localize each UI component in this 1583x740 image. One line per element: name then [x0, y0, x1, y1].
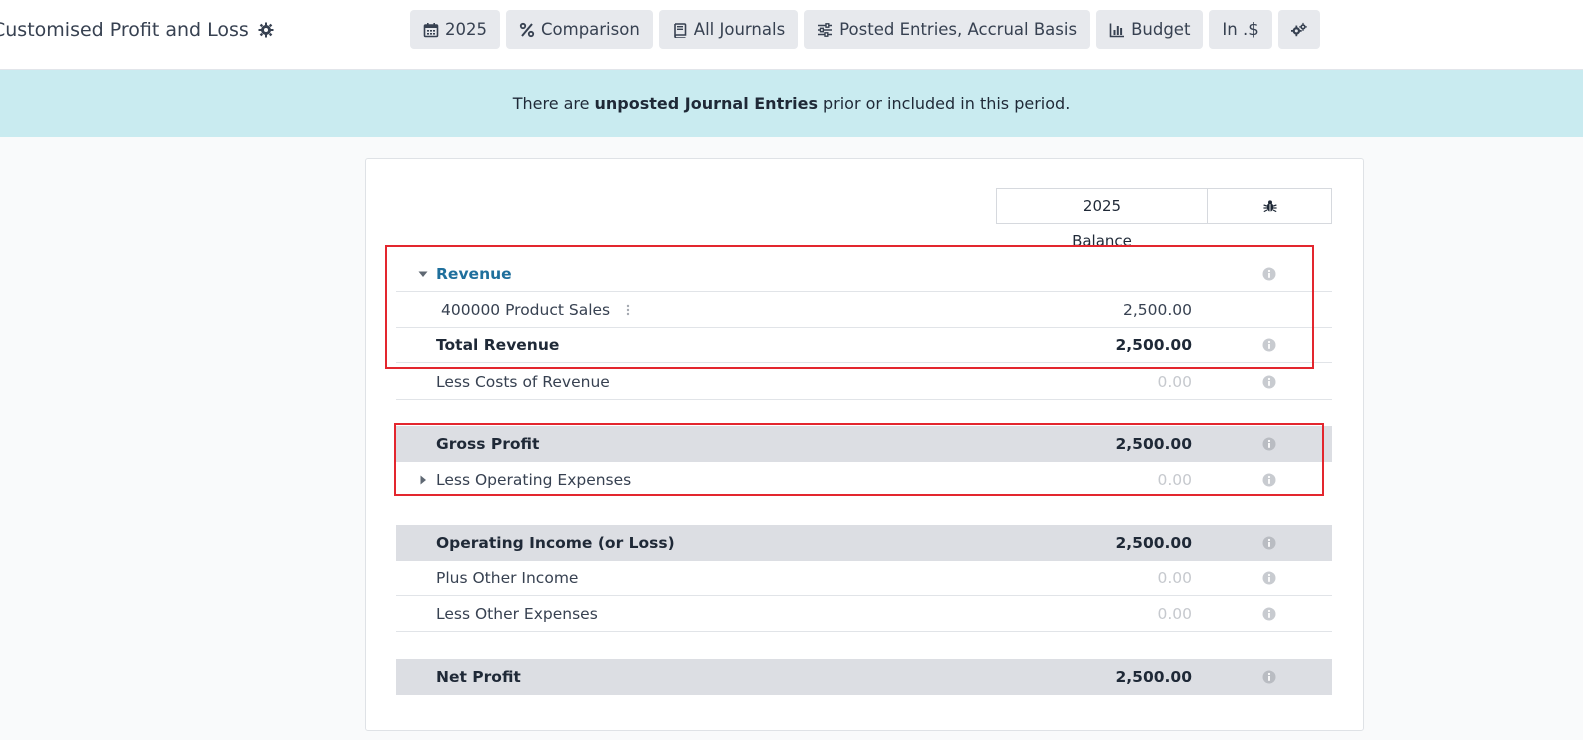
percent-icon — [519, 22, 535, 37]
report-line-other-expenses[interactable]: Less Other Expenses 0.00 — [396, 596, 1332, 632]
info-icon[interactable] — [1262, 670, 1276, 684]
report-line-label[interactable]: 400000 Product Sales — [441, 301, 610, 319]
report-line-revenue[interactable]: Revenue — [396, 256, 1332, 292]
gears-icon — [1290, 22, 1307, 36]
report-line-operating-income: Operating Income (or Loss) 2,500.00 — [396, 525, 1332, 561]
calendar-icon — [423, 22, 439, 37]
report-toolbar: 2025 Comparison All Journals Posted Entr… — [410, 10, 1320, 50]
report-line-label[interactable]: Revenue — [436, 265, 512, 283]
comparison-button[interactable]: Comparison — [506, 10, 653, 49]
info-icon[interactable] — [1262, 473, 1276, 487]
caret-right-icon[interactable] — [418, 475, 428, 485]
bar-chart-icon — [1109, 23, 1125, 37]
report-line-value: 2,500.00 — [1115, 534, 1193, 552]
report-line-label-wrap: 400000 Product Sales — [441, 301, 631, 319]
comparison-label: Comparison — [541, 20, 640, 39]
report-line-account[interactable]: 400000 Product Sales 2,500.00 — [396, 292, 1332, 328]
report-title-text: Customised Profit and Loss — [0, 19, 249, 41]
period-filter-button[interactable]: 2025 — [410, 10, 500, 49]
sliders-icon — [818, 22, 833, 37]
report-line-label[interactable]: Less Other Expenses — [436, 605, 598, 623]
column-subheader-balance: Balance — [1072, 232, 1132, 250]
report-line-net-profit: Net Profit 2,500.00 — [396, 659, 1332, 695]
vertical-dots-icon[interactable] — [625, 303, 631, 317]
info-icon[interactable] — [1262, 338, 1276, 352]
period-filter-label: 2025 — [445, 20, 487, 39]
report-line-label: Net Profit — [436, 668, 521, 686]
report-line-other-income[interactable]: Plus Other Income 0.00 — [396, 560, 1332, 596]
journals-button[interactable]: All Journals — [658, 10, 799, 49]
info-icon[interactable] — [1262, 571, 1276, 585]
report-line-value[interactable]: 2,500.00 — [1123, 301, 1192, 319]
gear-icon[interactable] — [258, 22, 274, 38]
report-title: Customised Profit and Loss — [0, 17, 274, 43]
bug-icon — [1262, 200, 1277, 213]
report-card: 2025 Balance Revenue 400000 Product Sale… — [365, 158, 1364, 731]
unposted-entries-link[interactable]: unposted Journal Entries — [595, 94, 818, 113]
info-icon[interactable] — [1262, 375, 1276, 389]
unposted-entries-banner: There are unposted Journal Entries prior… — [0, 70, 1583, 137]
banner-suffix: prior or included in this period. — [822, 94, 1071, 113]
debug-column-header[interactable] — [1207, 188, 1332, 224]
book-icon — [673, 22, 687, 38]
report-line-value: 0.00 — [1157, 372, 1192, 391]
report-line-value: 2,500.00 — [1115, 668, 1193, 686]
journals-label: All Journals — [693, 20, 786, 39]
currency-button[interactable]: In .$ — [1209, 10, 1272, 49]
info-icon[interactable] — [1262, 267, 1276, 281]
currency-label: In .$ — [1222, 20, 1259, 39]
column-header-year[interactable]: 2025 — [996, 188, 1208, 224]
budget-label: Budget — [1131, 20, 1191, 39]
report-line-value: 0.00 — [1157, 471, 1192, 489]
info-icon[interactable] — [1262, 607, 1276, 621]
report-line-label: Gross Profit — [436, 435, 540, 453]
budget-button[interactable]: Budget — [1096, 10, 1204, 49]
banner-prefix: There are — [512, 94, 590, 113]
entries-filter-label: Posted Entries, Accrual Basis — [839, 20, 1078, 39]
top-bar: Customised Profit and Loss 2025 Comparis… — [0, 0, 1583, 70]
report-line-label: Operating Income (or Loss) — [436, 534, 675, 552]
report-line-costs-of-revenue[interactable]: Less Costs of Revenue 0.00 — [396, 364, 1332, 400]
report-line-label[interactable]: Plus Other Income — [436, 569, 578, 587]
report-line-operating-expenses[interactable]: Less Operating Expenses 0.00 — [396, 462, 1332, 498]
report-line-total-revenue: Total Revenue 2,500.00 — [396, 327, 1332, 363]
report-line-value: 0.00 — [1157, 568, 1192, 587]
info-icon[interactable] — [1262, 437, 1276, 451]
caret-down-icon[interactable] — [418, 269, 428, 279]
report-line-value: 2,500.00 — [1115, 335, 1193, 354]
report-line-label[interactable]: Less Operating Expenses — [436, 471, 631, 489]
entries-filter-button[interactable]: Posted Entries, Accrual Basis — [804, 10, 1091, 49]
report-line-gross-profit: Gross Profit 2,500.00 — [396, 426, 1332, 462]
report-options-button[interactable] — [1277, 10, 1320, 49]
report-line-label: Total Revenue — [436, 335, 560, 354]
report-line-value: 0.00 — [1157, 604, 1192, 623]
report-line-value: 2,500.00 — [1115, 435, 1193, 453]
info-icon[interactable] — [1262, 536, 1276, 550]
report-line-label[interactable]: Less Costs of Revenue — [436, 373, 610, 391]
